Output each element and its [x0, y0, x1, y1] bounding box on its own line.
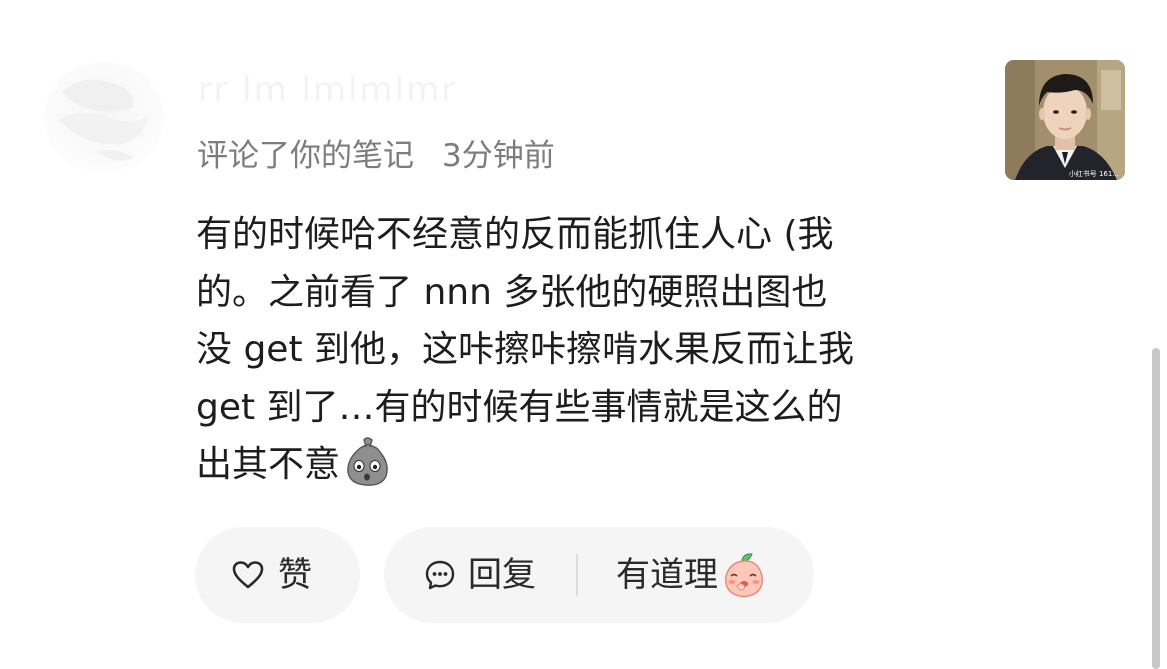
comment-line: 的。之前看了 nnn 多张他的硬照出图也 [196, 271, 828, 313]
comment-bubble-icon [424, 559, 456, 591]
scrollbar[interactable] [1152, 348, 1160, 669]
reply-label: 回复 [468, 555, 536, 595]
avatar[interactable] [44, 62, 164, 172]
timestamp: 3分钟前 [442, 138, 555, 174]
like-label: 赞 [278, 555, 312, 595]
note-photo-icon [1005, 60, 1125, 180]
comment-notification-page: rr lm lmlmlmr 评论了你的笔记 3分钟前 小红书号 161... 有… [0, 0, 1167, 669]
blurred-avatar-icon [58, 79, 148, 161]
comment-line: 有的时候哈不经意的反而能抓住人心 (我 [196, 214, 834, 255]
comment-line: 出其不意 [196, 444, 341, 485]
reply-actions: 回复 有道理 [384, 527, 814, 623]
comment-line: 没 get 到他，这咔擦咔擦啃水果反而让我 [196, 329, 855, 370]
heart-icon [232, 560, 264, 590]
notification-meta: 评论了你的笔记 3分钟前 [197, 136, 555, 176]
thumbnail-caption: 小红书号 161... [1068, 170, 1119, 178]
divider [576, 554, 578, 596]
note-thumbnail[interactable]: 小红书号 161... [1005, 60, 1125, 180]
reply-button[interactable]: 回复 [424, 555, 536, 595]
username[interactable]: rr lm lmlmlmr [198, 68, 468, 112]
comment-line: get 到了…有的时候有些事情就是这么的 [196, 386, 843, 428]
like-button[interactable]: 赞 [195, 527, 360, 623]
surprised-bag-emoji-icon [342, 436, 392, 486]
quick-reply-label: 有道理 [616, 555, 718, 595]
blushing-peach-emoji-icon [722, 552, 766, 598]
action-text: 评论了你的笔记 [197, 138, 414, 174]
comment-text: 有的时候哈不经意的反而能抓住人心 (我 的。之前看了 nnn 多张他的硬照出图也… [196, 206, 976, 494]
comment-line-last: 出其不意 [196, 436, 976, 494]
quick-reply-button[interactable]: 有道理 [616, 552, 766, 598]
